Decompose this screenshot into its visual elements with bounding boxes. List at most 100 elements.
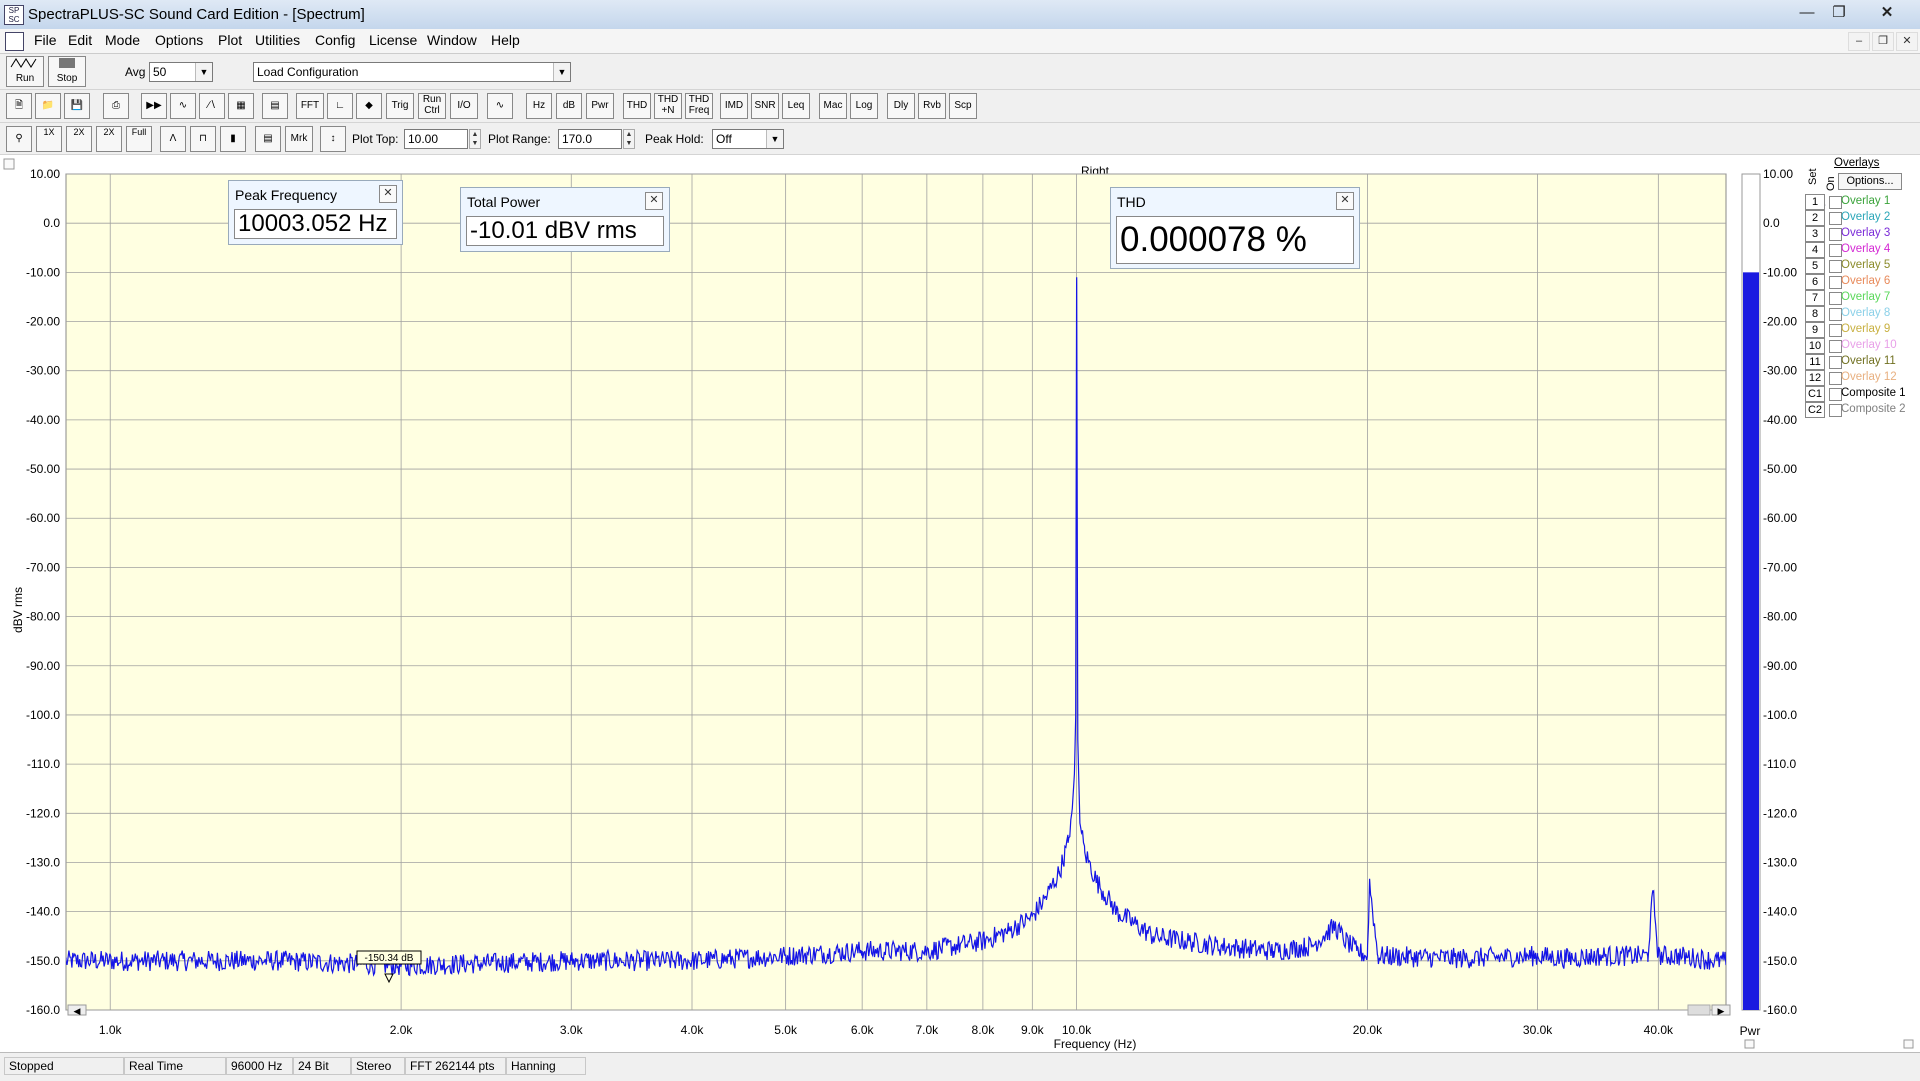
avg-select[interactable]: 50 ▼ bbox=[149, 62, 213, 82]
imd-button[interactable]: IMD bbox=[720, 93, 748, 119]
axes-icon[interactable]: ∟ bbox=[327, 93, 353, 119]
config-select[interactable]: Load Configuration ▼ bbox=[253, 62, 571, 82]
signal-icon[interactable]: ∿ bbox=[170, 93, 196, 119]
trig-button[interactable]: Trig bbox=[386, 93, 414, 119]
probe-icon[interactable]: ◆ bbox=[356, 93, 382, 119]
overlay-set-button[interactable]: 4 bbox=[1805, 242, 1825, 258]
overlay-set-button[interactable]: 10 bbox=[1805, 338, 1825, 354]
overlay-row[interactable]: 11 Overlay 11 bbox=[1805, 354, 1920, 370]
sawtooth-icon[interactable]: ∕∖ bbox=[199, 93, 225, 119]
fast-forward-icon[interactable]: ▶▶ bbox=[141, 93, 167, 119]
menu-config[interactable]: Config bbox=[315, 32, 355, 48]
io-button[interactable]: I/O bbox=[450, 93, 478, 119]
mdi-minimize-icon[interactable]: – bbox=[1848, 32, 1870, 51]
scroll-thumb[interactable] bbox=[1687, 1004, 1711, 1016]
total-power-meter[interactable]: Total Power ✕ -10.01 dBV rms bbox=[460, 187, 670, 252]
new-file-icon[interactable]: 🗎 bbox=[6, 93, 32, 119]
minimize-icon[interactable]: — bbox=[1790, 2, 1824, 24]
overlay-set-button[interactable]: 1 bbox=[1805, 194, 1825, 210]
close-icon[interactable]: ✕ bbox=[379, 185, 397, 203]
app-icon[interactable]: SP SC bbox=[4, 5, 24, 25]
overlay-set-button[interactable]: C2 bbox=[1805, 402, 1825, 418]
menu-options[interactable]: Options bbox=[155, 32, 203, 48]
pwr-button[interactable]: Pwr bbox=[586, 93, 614, 119]
thd-freq-button[interactable]: THD Freq bbox=[685, 93, 713, 119]
overlay-set-button[interactable]: 5 bbox=[1805, 258, 1825, 274]
thd-button[interactable]: THD bbox=[623, 93, 651, 119]
overlay-row[interactable]: 9 Overlay 9 bbox=[1805, 322, 1920, 338]
rvb-button[interactable]: Rvb bbox=[918, 93, 946, 119]
plot-range-spinner[interactable]: ▲ ▼ bbox=[623, 129, 635, 149]
overlay-row[interactable]: 5 Overlay 5 bbox=[1805, 258, 1920, 274]
overlay-row[interactable]: 1 Overlay 1 bbox=[1805, 194, 1920, 210]
table-icon[interactable]: ▤ bbox=[255, 126, 281, 152]
overlay-set-button[interactable]: 11 bbox=[1805, 354, 1825, 370]
overlay-row[interactable]: 8 Overlay 8 bbox=[1805, 306, 1920, 322]
overlay-row[interactable]: 10 Overlay 10 bbox=[1805, 338, 1920, 354]
zoom-icon[interactable]: ⚲ bbox=[6, 126, 32, 152]
menu-utilities[interactable]: Utilities bbox=[255, 32, 300, 48]
menu-file[interactable]: File bbox=[34, 32, 57, 48]
thd-n-button[interactable]: THD +N bbox=[654, 93, 682, 119]
save-icon[interactable]: 💾 bbox=[64, 93, 90, 119]
stop-button[interactable]: Stop bbox=[48, 56, 86, 87]
overlay-set-button[interactable]: 3 bbox=[1805, 226, 1825, 242]
mdi-restore-icon[interactable]: ❐ bbox=[1872, 32, 1894, 51]
peak-hold-select[interactable]: Off ▼ bbox=[712, 129, 784, 149]
bars-icon[interactable]: ▮ bbox=[220, 126, 246, 152]
zoom-out-2x-button[interactable]: 2X bbox=[96, 126, 122, 152]
overlay-set-button[interactable]: 2 bbox=[1805, 210, 1825, 226]
close-icon[interactable]: ✕ bbox=[645, 192, 663, 210]
zoom-in-2x-button[interactable]: 2X bbox=[66, 126, 92, 152]
overlay-row[interactable]: 6 Overlay 6 bbox=[1805, 274, 1920, 290]
collapse-icon[interactable] bbox=[3, 158, 15, 170]
peak-frequency-meter[interactable]: Peak Frequency ✕ 10003.052 Hz bbox=[228, 180, 403, 245]
overlay-set-button[interactable]: 6 bbox=[1805, 274, 1825, 290]
spectrogram-icon[interactable]: ▦ bbox=[228, 93, 254, 119]
overlay-row[interactable]: 3 Overlay 3 bbox=[1805, 226, 1920, 242]
plot-top-input[interactable]: 10.00 bbox=[404, 129, 468, 149]
plot-top-spinner[interactable]: ▲ ▼ bbox=[469, 129, 481, 149]
overlay-row[interactable]: 7 Overlay 7 bbox=[1805, 290, 1920, 306]
overlay-set-button[interactable]: 8 bbox=[1805, 306, 1825, 322]
close-icon[interactable]: ✕ bbox=[1336, 192, 1354, 210]
marker-button[interactable]: Mrk bbox=[285, 126, 313, 152]
menu-help[interactable]: Help bbox=[491, 32, 520, 48]
zoom-full-button[interactable]: Full bbox=[126, 126, 152, 152]
fft-button[interactable]: FFT bbox=[296, 93, 324, 119]
menu-license[interactable]: License bbox=[369, 32, 417, 48]
plot-range-input[interactable]: 170.0 bbox=[558, 129, 622, 149]
run-button[interactable]: Run bbox=[6, 56, 44, 87]
overlay-row[interactable]: C1 Composite 1 bbox=[1805, 386, 1920, 402]
hz-button[interactable]: Hz bbox=[526, 93, 552, 119]
overlay-set-button[interactable]: 7 bbox=[1805, 290, 1825, 306]
snr-button[interactable]: SNR bbox=[751, 93, 779, 119]
zoom-in-1x-button[interactable]: 1X bbox=[36, 126, 62, 152]
menu-window[interactable]: Window bbox=[427, 32, 477, 48]
menu-mode[interactable]: Mode bbox=[105, 32, 140, 48]
overlay-row[interactable]: 2 Overlay 2 bbox=[1805, 210, 1920, 226]
cursor-icon[interactable]: ↕ bbox=[320, 126, 346, 152]
menu-plot[interactable]: Plot bbox=[218, 32, 242, 48]
waterfall-icon[interactable]: ▤ bbox=[262, 93, 288, 119]
overlay-row[interactable]: 12 Overlay 12 bbox=[1805, 370, 1920, 386]
scp-button[interactable]: Scp bbox=[949, 93, 977, 119]
db-button[interactable]: dB bbox=[556, 93, 582, 119]
overlay-set-button[interactable]: 9 bbox=[1805, 322, 1825, 338]
pwr-collapse-icon[interactable] bbox=[1744, 1039, 1755, 1049]
mdi-close-icon[interactable]: ✕ bbox=[1896, 32, 1918, 51]
generator-icon[interactable]: ∿ bbox=[487, 93, 513, 119]
overlay-set-button[interactable]: 12 bbox=[1805, 370, 1825, 386]
mac-button[interactable]: Mac bbox=[819, 93, 847, 119]
leq-button[interactable]: Leq bbox=[782, 93, 810, 119]
document-icon[interactable] bbox=[5, 32, 24, 51]
peak-icon[interactable]: Λ bbox=[160, 126, 186, 152]
close-icon[interactable]: ✕ bbox=[1870, 2, 1904, 24]
thd-meter[interactable]: THD ✕ 0.000078 % bbox=[1110, 187, 1360, 269]
window-resize-icon[interactable] bbox=[1903, 1039, 1914, 1049]
open-folder-icon[interactable]: 📁 bbox=[35, 93, 61, 119]
dly-button[interactable]: Dly bbox=[887, 93, 915, 119]
log-button[interactable]: Log bbox=[850, 93, 878, 119]
overlay-row[interactable]: 4 Overlay 4 bbox=[1805, 242, 1920, 258]
plot-area[interactable] bbox=[65, 173, 1727, 1011]
